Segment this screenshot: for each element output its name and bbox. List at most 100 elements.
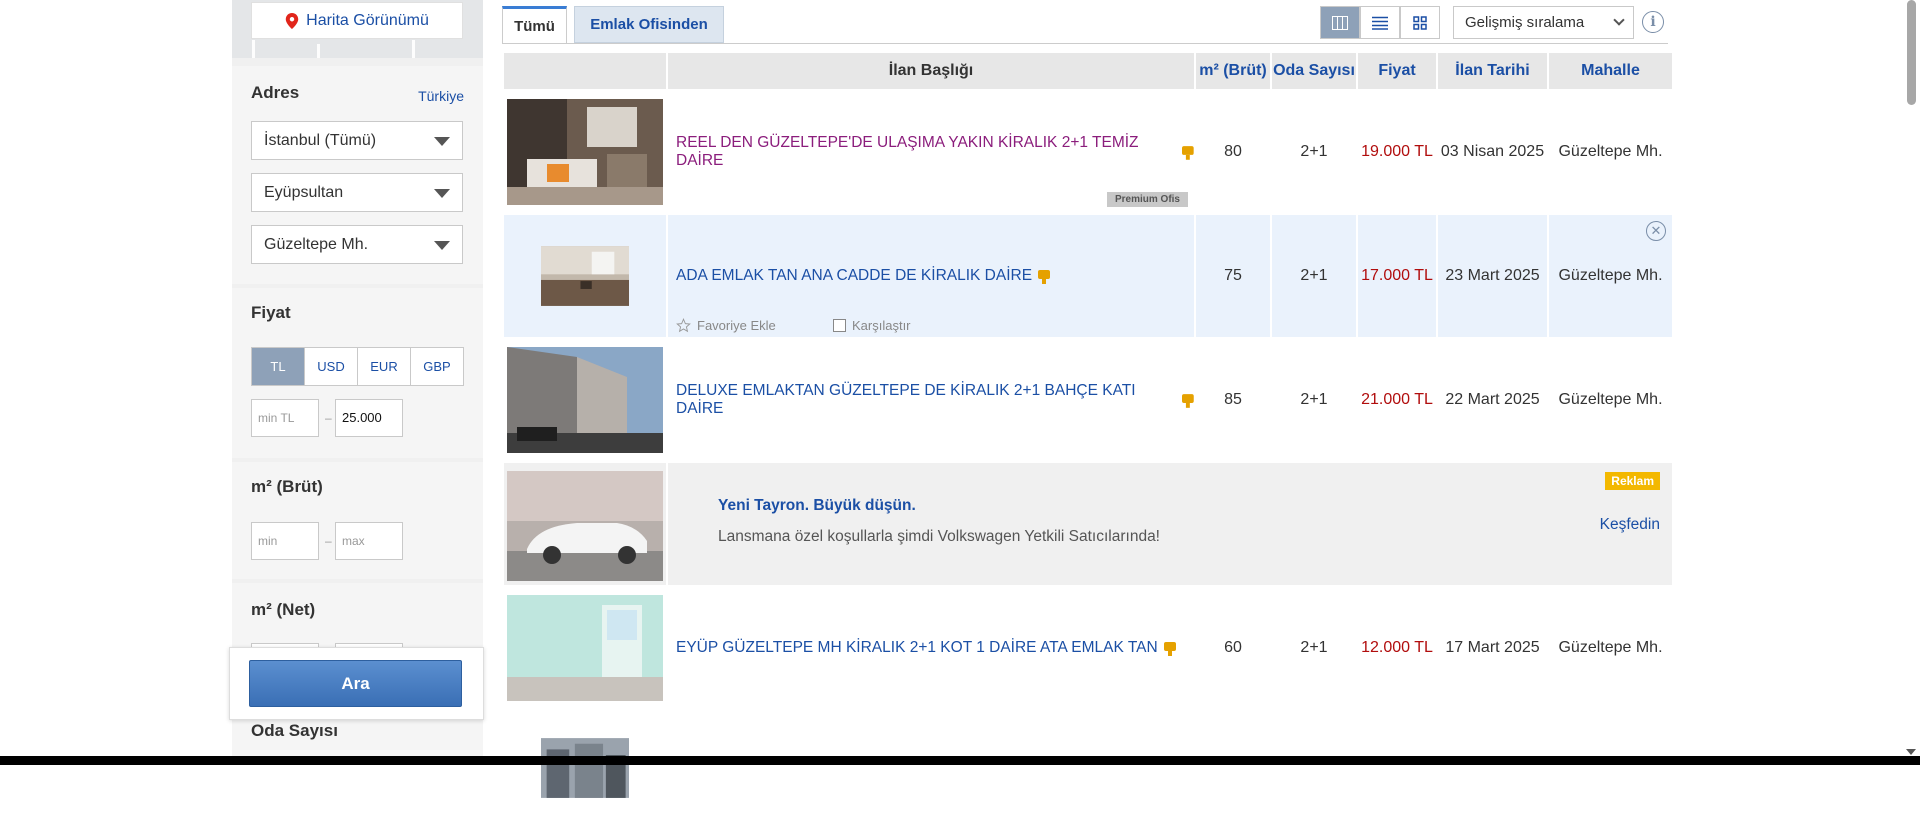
close-icon[interactable]: ✕ xyxy=(1646,221,1666,241)
compare-checkbox[interactable]: Karşılaştır xyxy=(833,318,911,333)
address-title: Adres xyxy=(251,83,299,103)
city-value: İstanbul (Tümü) xyxy=(264,132,376,149)
m2-gross-max-input[interactable]: max xyxy=(335,522,403,560)
neighborhood-cell xyxy=(1549,711,1672,833)
ad-badge: Reklam xyxy=(1605,472,1660,490)
title-cell: REEL DEN GÜZELTEPE'DE ULAŞIMA YAKIN KİRA… xyxy=(668,91,1194,213)
listing-table: İlan Başlığı m² (Brüt) Oda Sayısı Fiyat … xyxy=(502,51,1674,835)
store-badge-icon xyxy=(1038,268,1050,284)
listing-thumbnail[interactable] xyxy=(541,223,629,329)
listing-thumbnail[interactable] xyxy=(507,347,663,453)
rooms-header[interactable]: Oda Sayısı xyxy=(1272,53,1356,89)
search-button[interactable]: Ara xyxy=(249,660,462,707)
district-value: Eyüpsultan xyxy=(264,184,343,201)
m2-net-title: m² (Net) xyxy=(251,600,315,620)
currency-eur[interactable]: EUR xyxy=(358,348,411,385)
table-row[interactable] xyxy=(504,711,1672,833)
bottom-edge xyxy=(0,756,1920,765)
rooms-cell: 2+1 xyxy=(1272,587,1356,709)
title-cell: EYÜP GÜZELTEPE MH KİRALIK 2+1 KOT 1 DAİR… xyxy=(668,587,1194,709)
rooms-cell: 2+1 xyxy=(1272,339,1356,461)
info-icon[interactable]: i xyxy=(1642,11,1664,33)
store-badge-icon xyxy=(1182,392,1194,408)
tab-real-estate-office[interactable]: Emlak Ofisinden xyxy=(574,6,724,43)
chevron-down-icon xyxy=(1613,14,1624,25)
m2-gross-min-input[interactable]: min xyxy=(251,522,319,560)
add-favorite-label: Favoriye Ekle xyxy=(697,318,776,333)
price-title: Fiyat xyxy=(251,303,291,323)
m2-cell: 75 xyxy=(1196,215,1270,337)
table-view-button[interactable] xyxy=(1320,6,1360,39)
price-max-input[interactable]: 25.000 xyxy=(335,399,403,437)
title-cell xyxy=(668,711,1194,833)
ad-row[interactable]: Yeni Tayron. Büyük düşün. Lansmana özel … xyxy=(504,463,1672,585)
gallery-view-button[interactable] xyxy=(1400,6,1440,39)
rooms-title: Oda Sayısı xyxy=(251,721,338,741)
listing-title: DELUXE EMLAKTAN GÜZELTEPE DE KİRALIK 2+1… xyxy=(676,382,1176,418)
ad-title[interactable]: Yeni Tayron. Büyük düşün. xyxy=(718,497,916,515)
table-row[interactable]: DELUXE EMLAKTAN GÜZELTEPE DE KİRALIK 2+1… xyxy=(504,339,1672,461)
rooms-cell: 2+1 xyxy=(1272,91,1356,213)
scrollbar-thumb[interactable] xyxy=(1907,0,1916,105)
sort-label: Gelişmiş sıralama xyxy=(1465,14,1584,31)
thumb-cell xyxy=(504,587,666,709)
neighborhood-cell: Güzeltepe Mh. ✕ xyxy=(1549,215,1672,337)
currency-gbp[interactable]: GBP xyxy=(411,348,463,385)
price-cell xyxy=(1358,711,1436,833)
listing-thumbnail[interactable] xyxy=(507,595,663,701)
map-view-label: Harita Görünümü xyxy=(306,12,429,30)
table-row[interactable]: EYÜP GÜZELTEPE MH KİRALIK 2+1 KOT 1 DAİR… xyxy=(504,587,1672,709)
dropdown-arrow-icon xyxy=(434,241,450,250)
price-header[interactable]: Fiyat xyxy=(1358,53,1436,89)
currency-selector: TL USD EUR GBP xyxy=(251,347,464,386)
country-link[interactable]: Türkiye xyxy=(418,88,464,104)
neighborhood-header[interactable]: Mahalle xyxy=(1549,53,1672,89)
add-favorite-button[interactable]: Favoriye Ekle xyxy=(676,318,776,333)
range-dash: – xyxy=(325,534,332,548)
date-header[interactable]: İlan Tarihi xyxy=(1438,53,1547,89)
map-preview: Harita Görünümü xyxy=(232,0,483,58)
rooms-cell xyxy=(1272,711,1356,833)
dropdown-arrow-icon xyxy=(434,189,450,198)
listing-title-link[interactable]: DELUXE EMLAKTAN GÜZELTEPE DE KİRALIK 2+1… xyxy=(676,339,1194,461)
store-badge-icon xyxy=(1164,640,1176,656)
store-badge-icon xyxy=(1182,144,1194,160)
listing-title-link[interactable]: EYÜP GÜZELTEPE MH KİRALIK 2+1 KOT 1 DAİR… xyxy=(676,587,1176,709)
district-select[interactable]: Eyüpsultan xyxy=(251,173,463,212)
date-cell: 22 Mart 2025 xyxy=(1438,339,1547,461)
table-row[interactable]: ADA EMLAK TAN ANA CADDE DE KİRALIK DAİRE… xyxy=(504,215,1672,337)
map-view-button[interactable]: Harita Görünümü xyxy=(251,2,463,39)
tab-all[interactable]: Tümü xyxy=(502,6,567,43)
currency-usd[interactable]: USD xyxy=(305,348,358,385)
listing-thumbnail[interactable] xyxy=(541,715,629,821)
date-cell: 17 Mart 2025 xyxy=(1438,587,1547,709)
price-min-input[interactable]: min TL xyxy=(251,399,319,437)
listing-title: ADA EMLAK TAN ANA CADDE DE KİRALIK DAİRE xyxy=(676,267,1032,285)
price-cell: 21.000 TL xyxy=(1358,339,1436,461)
table-row[interactable]: REEL DEN GÜZELTEPE'DE ULAŞIMA YAKIN KİRA… xyxy=(504,91,1672,213)
map-road xyxy=(317,44,320,58)
city-select[interactable]: İstanbul (Tümü) xyxy=(251,121,463,160)
ad-discover-link[interactable]: Keşfedin xyxy=(1600,516,1660,534)
listing-title: REEL DEN GÜZELTEPE'DE ULAŞIMA YAKIN KİRA… xyxy=(676,134,1176,170)
sort-dropdown[interactable]: Gelişmiş sıralama xyxy=(1453,6,1634,39)
m2-cell: 60 xyxy=(1196,587,1270,709)
thumb-header xyxy=(504,53,666,89)
checkbox-icon xyxy=(833,319,846,332)
currency-tl[interactable]: TL xyxy=(252,348,305,385)
thumb-cell xyxy=(504,215,666,337)
date-cell: 03 Nisan 2025 xyxy=(1438,91,1547,213)
address-panel: Adres Türkiye İstanbul (Tümü) Eyüpsultan… xyxy=(232,66,483,284)
title-header[interactable]: İlan Başlığı xyxy=(668,53,1194,89)
m2-gross-panel: m² (Brüt) xyxy=(232,462,483,579)
m2-header[interactable]: m² (Brüt) xyxy=(1196,53,1270,89)
page-scrollbar[interactable] xyxy=(1903,0,1920,765)
list-view-button[interactable] xyxy=(1360,6,1400,39)
star-icon xyxy=(676,318,691,333)
thumb-cell xyxy=(504,711,666,833)
listing-thumbnail[interactable] xyxy=(507,99,663,205)
neighborhood-select[interactable]: Güzeltepe Mh. xyxy=(251,225,463,264)
date-cell: 23 Mart 2025 xyxy=(1438,215,1547,337)
scroll-down-arrow-icon[interactable] xyxy=(1906,749,1916,755)
map-road xyxy=(252,40,255,58)
